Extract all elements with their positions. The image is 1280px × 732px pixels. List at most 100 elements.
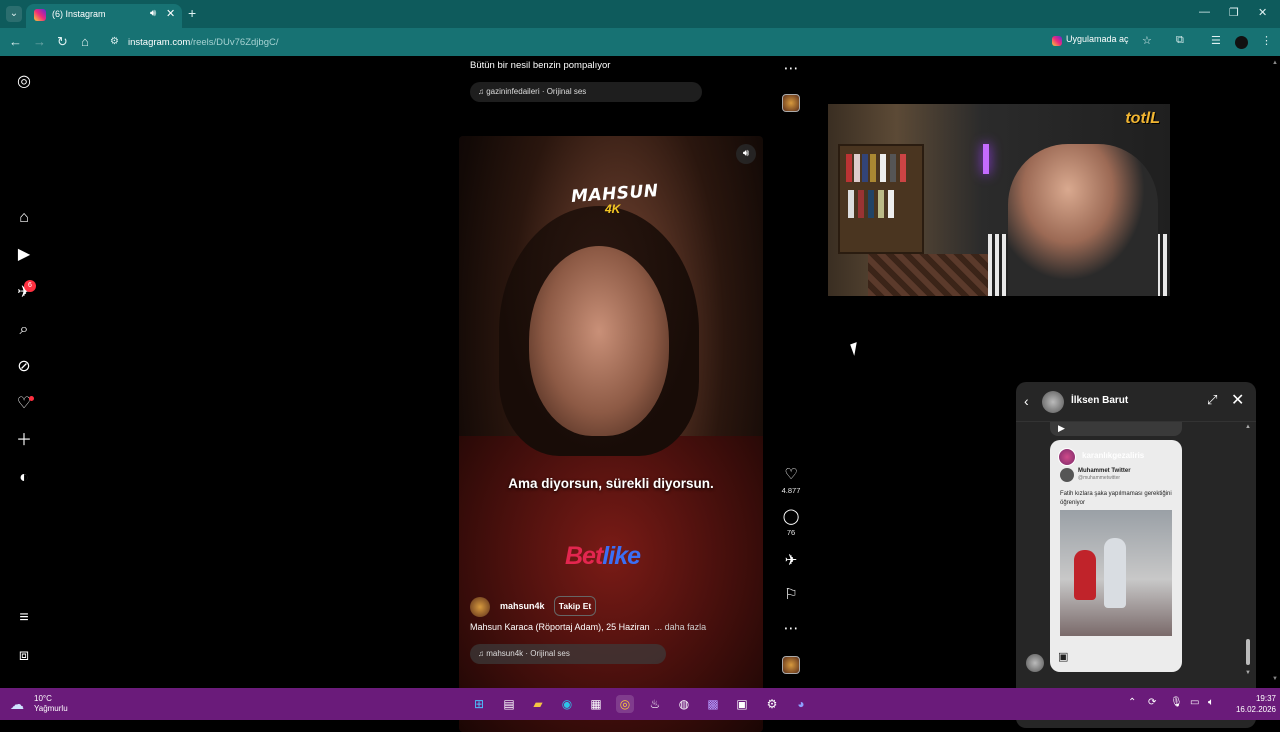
sponsor-logo: Betlike [565,542,641,571]
reload-button[interactable]: ↻ [57,34,68,50]
edge-browser-icon[interactable]: ◉ [558,695,576,713]
bookmark-star-icon[interactable]: ☆ [1142,34,1152,47]
file-explorer-icon[interactable]: ▰ [529,695,547,713]
like-button[interactable]: ♡ 4.877 [780,466,802,495]
reel-description-text: Mahsun Karaca (Röportaj Adam), 25 Hazira… [470,622,650,632]
save-button[interactable]: ⚐ [780,586,802,604]
discord-icon[interactable]: ◕ [792,695,810,713]
minimize-button[interactable]: — [1199,6,1210,18]
app-grid-icon[interactable]: ▩ [704,695,722,713]
start-menu-icon[interactable]: ⊞ [470,695,488,713]
contact-avatar[interactable] [1042,391,1064,413]
chrome-browser-icon[interactable]: ◎ [616,695,634,713]
window-close-button[interactable]: ✕ [1258,6,1267,19]
site-info-icon[interactable]: ⚙︎ [110,36,119,47]
scroll-up-icon[interactable]: ▲ [1245,424,1251,430]
share-button[interactable]: ✈︎ [780,552,802,570]
tray-expand-icon[interactable]: ⌃ [1128,697,1136,708]
video-frame [529,246,669,436]
scroll-thumb[interactable] [1246,639,1250,665]
forward-button[interactable]: → [33,34,46,49]
close-icon[interactable]: ✕ [1231,390,1244,410]
reel-audio[interactable]: ♫ mahsun4k · Orijinal ses [470,644,666,664]
weather-widget[interactable]: ☁ 10°C Yağmurlu [10,693,90,715]
rain-cloud-icon: ☁ [10,696,24,712]
search-icon[interactable]: ⌕ [14,320,34,340]
media-controls-icon[interactable]: ☰ [1211,34,1221,47]
shared-video-frame [1060,510,1172,636]
author-avatar[interactable] [470,597,490,617]
back-button[interactable]: ← [9,34,22,49]
page-scrollbar[interactable]: ▲ ▼ [1270,56,1280,688]
more-icon: ⋯ [783,620,799,637]
heart-icon: ♡ [784,466,798,483]
home-icon[interactable]: ⌂ [14,208,34,228]
sync-icon[interactable]: ⟳ [1148,697,1156,708]
address-bar[interactable]: ⚙︎ instagram.com/reels/DUv76ZdjbgC/ [106,32,1156,52]
task-view-icon[interactable]: ▤ [500,695,518,713]
speaker-icon[interactable]: 🔈︎ [1208,697,1214,708]
comment-button[interactable]: ◯ 76 [780,508,802,537]
home-button[interactable]: ⌂ [81,34,89,49]
instagram-logo-icon[interactable]: ◎ [14,72,34,92]
reel-audio-thumbnail[interactable] [782,656,800,674]
follow-button[interactable]: Takip Et [554,596,596,616]
direct-message-popup: ‹ İlksen Barut ⤢ ✕ ▶ karanlıkgezaliris M… [1016,382,1256,728]
shared-reel-previous[interactable]: ▶ [1050,422,1182,436]
network-icon[interactable]: ▭ [1190,697,1199,708]
system-clock[interactable]: 19:37 16.02.2026 [1232,693,1276,715]
tab-close-icon[interactable]: ✕ [166,7,175,20]
previous-reel-audio[interactable]: ♫ gazininfedaileri · Orijinal ses [470,82,702,102]
tweet-author: Muhammet Twitter [1078,468,1131,474]
contact-name[interactable]: İlksen Barut [1071,395,1128,406]
microphone-tray-icon[interactable]: 🎙︎ [1170,697,1183,708]
browser-profile-avatar[interactable] [1235,36,1248,49]
open-in-app-label: Uygulamada aç [1066,34,1129,44]
expand-icon[interactable]: ⤢ [1207,392,1217,408]
previous-reel[interactable]: Bütün bir nesil benzin pompalıyor ♫ gazi… [459,56,763,113]
tab-search-button[interactable]: ⌄ [6,6,22,22]
back-chevron-icon[interactable]: ‹ [1024,393,1029,409]
tweet-handle: @muhammetwitter [1078,475,1121,481]
settings-icon[interactable]: ⚙ [763,695,781,713]
sponsor-logo-part: Bet [565,542,603,570]
reel-icon: ▶ [1058,423,1065,433]
also-from-meta-icon[interactable]: ⧈ [14,646,34,666]
previous-reel-audio-thumbnail[interactable] [782,94,800,112]
store-icon[interactable]: ▦ [587,695,605,713]
volume-icon[interactable]: 🔊︎ [736,144,756,164]
author-name[interactable]: mahsun4k [500,601,545,611]
explore-icon[interactable]: ⊘ [14,357,34,377]
dm-scrollbar[interactable]: ▲ ▼ [1245,424,1251,676]
tab-title: (6) Instagram [52,9,106,19]
like-count: 4.877 [781,486,801,495]
reel-more-button[interactable]: ⋯ [780,620,802,638]
shared-reel-card[interactable]: karanlıkgezaliris Muhammet Twitter @muha… [1050,440,1182,672]
streamer-logo: totlL [1125,110,1160,127]
restore-button[interactable]: ❐ [1229,6,1239,19]
reels-icon[interactable]: ▶ [14,245,34,265]
reel-video[interactable]: 🔊︎ MAHSUN 4K Ama diyorsun, sürekli diyor… [459,136,763,732]
obs-icon[interactable]: ◍ [675,695,693,713]
more-menu-icon[interactable]: ≡ [14,608,34,628]
open-in-app-button[interactable]: Uygulamada aç [1052,34,1129,50]
comment-count: 76 [786,528,796,537]
more-link[interactable]: ... daha fazla [655,622,707,632]
browser-menu-icon[interactable]: ⋮ [1261,34,1272,47]
shared-account-avatar [1058,448,1076,466]
steam-icon[interactable]: ♨ [646,695,664,713]
reel-description: Mahsun Karaca (Röportaj Adam), 25 Hazira… [470,622,706,632]
previous-reel-more-button[interactable]: ⋯ [780,60,802,78]
tab-audio-icon[interactable]: 🔊︎ [150,8,156,19]
profile-avatar-icon[interactable]: ◐ [14,468,34,488]
create-icon[interactable]: ＋ [14,431,34,451]
shared-account-name: karanlıkgezaliris [1082,451,1145,460]
new-tab-button[interactable]: + [188,5,196,21]
browser-tab-instagram[interactable]: (6) Instagram 🔊︎ ✕ [26,4,182,28]
clock-date: 16.02.2026 [1235,705,1276,714]
scroll-up-icon[interactable]: ▲ [1272,60,1278,66]
extensions-icon[interactable]: ⧉ [1176,34,1184,47]
scroll-down-icon[interactable]: ▼ [1245,670,1251,676]
scroll-down-icon[interactable]: ▼ [1272,676,1278,682]
image-viewer-icon[interactable]: ▣ [733,695,751,713]
